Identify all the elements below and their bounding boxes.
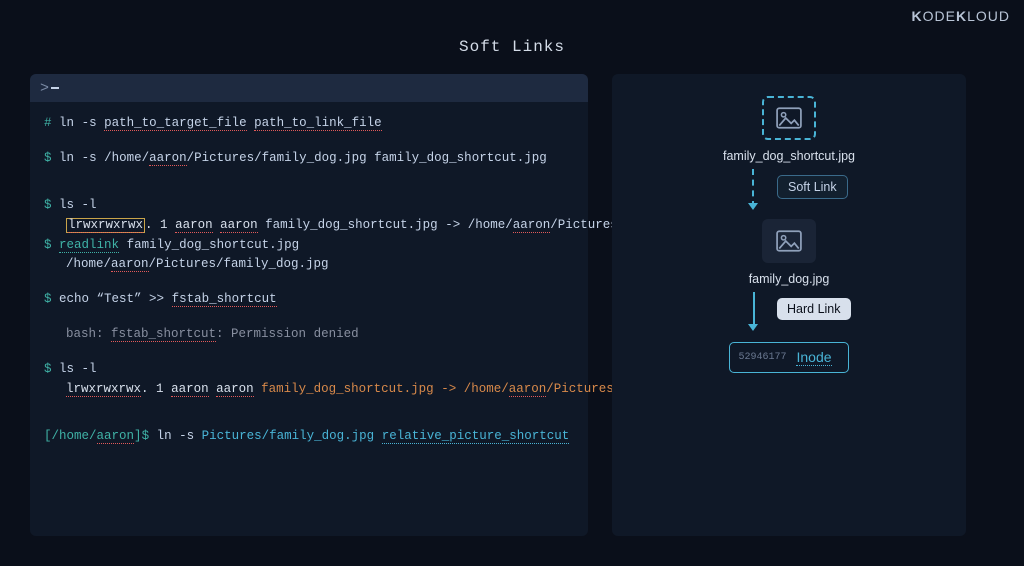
image-icon xyxy=(776,107,802,129)
terminal-line: $ ls -l xyxy=(44,361,574,378)
cursor-icon xyxy=(51,87,59,89)
terminal-body[interactable]: # ln -s path_to_target_file path_to_link… xyxy=(30,102,588,458)
target-file-icon xyxy=(762,219,816,263)
terminal-line: lrwxrwxrwx. 1 aaron aaron family_dog_sho… xyxy=(44,217,574,234)
soft-link-badge: Soft Link xyxy=(777,175,848,199)
terminal-line: $ readlink family_dog_shortcut.jpg xyxy=(44,237,574,254)
terminal-line: lrwxrwxrwx. 1 aaron aaron family_dog_sho… xyxy=(44,381,574,398)
shortcut-file-label: family_dog_shortcut.jpg xyxy=(723,149,855,163)
terminal-panel: > # ln -s path_to_target_file path_to_li… xyxy=(30,74,588,536)
hard-link-arrow-icon xyxy=(753,292,755,325)
terminal-line: [/home/aaron]$ ln -s Pictures/family_dog… xyxy=(44,428,574,445)
inode-label: Inode xyxy=(796,349,831,366)
terminal-line: $ ln -s /home/aaron/Pictures/family_dog.… xyxy=(44,150,574,167)
brand-logo: KODEKLOUD xyxy=(912,8,1011,24)
arrow-head-icon xyxy=(748,203,758,210)
image-icon xyxy=(776,230,802,252)
inode-box: 52946177 Inode xyxy=(729,342,848,373)
hard-link-badge: Hard Link xyxy=(777,298,851,320)
terminal-header: > xyxy=(30,74,588,102)
target-file-label: family_dog.jpg xyxy=(749,272,830,286)
terminal-line: bash: fstab_shortcut: Permission denied xyxy=(44,326,574,343)
terminal-line: # ln -s path_to_target_file path_to_link… xyxy=(44,115,574,132)
inode-number: 52946177 xyxy=(738,352,786,363)
prompt-caret: > xyxy=(40,80,49,97)
shortcut-file-icon xyxy=(762,96,816,140)
terminal-line: $ echo “Test” >> fstab_shortcut xyxy=(44,291,574,308)
diagram-panel: family_dog_shortcut.jpg Soft Link family… xyxy=(612,74,966,536)
page-title: Soft Links xyxy=(0,0,1024,56)
terminal-line: /home/aaron/Pictures/family_dog.jpg xyxy=(44,256,574,273)
terminal-line: $ ls -l xyxy=(44,197,574,214)
soft-link-arrow-icon xyxy=(752,169,754,207)
arrow-head-icon xyxy=(748,324,758,331)
